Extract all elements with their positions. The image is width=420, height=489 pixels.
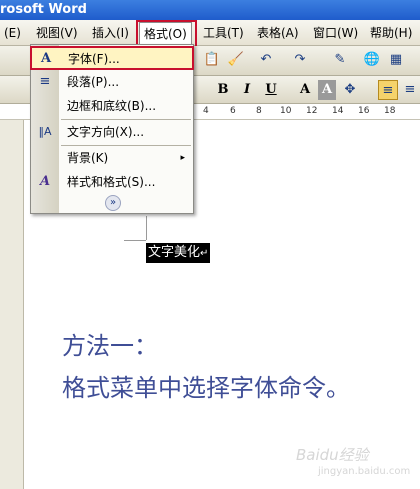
- menu-item-background-label: 背景(K): [67, 151, 109, 165]
- watermark-logo: Baidu经验: [296, 446, 369, 464]
- text-effect-icon[interactable]: ✥: [340, 80, 360, 100]
- ruler-number: 8: [256, 106, 262, 116]
- menu-item-paragraph[interactable]: ≡ 段落(P)...: [31, 71, 193, 93]
- format-menu-dropdown: A 字体(F)... ≡ 段落(P)... 边框和底纹(B)... ‖A 文字方…: [30, 44, 194, 214]
- underline-button[interactable]: U: [262, 80, 280, 100]
- font-icon: A: [40, 51, 52, 66]
- ruler-number: 18: [384, 106, 396, 116]
- menu-item-font-label: 字体(F)...: [68, 52, 120, 66]
- menu-item-borders-label: 边框和底纹(B)...: [67, 99, 157, 113]
- menu-insert[interactable]: 插入(I): [88, 23, 133, 43]
- menu-item-text-direction[interactable]: ‖A 文字方向(X)...: [31, 121, 193, 143]
- ruler-number: 10: [280, 106, 292, 116]
- margin-corner-mark: [146, 216, 147, 240]
- bold-button[interactable]: B: [214, 80, 232, 100]
- paragraph-mark-icon: ↵: [200, 248, 209, 259]
- window-title: rosoft Word: [0, 2, 87, 17]
- menu-tools[interactable]: 工具(T): [199, 23, 248, 43]
- char-shading-button[interactable]: A: [318, 80, 336, 100]
- ruler-number: 12: [306, 106, 318, 116]
- menu-item-background[interactable]: 背景(K) ▸: [31, 147, 193, 169]
- align-left-icon[interactable]: ≡: [378, 80, 398, 100]
- undo-icon[interactable]: ↶: [256, 50, 276, 70]
- menu-separator: [61, 119, 191, 120]
- selected-text-content: 文字美化: [148, 245, 201, 260]
- format-painter-icon[interactable]: 🧹: [226, 50, 246, 70]
- paste-icon[interactable]: 📋: [202, 50, 222, 70]
- menu-separator: [61, 145, 191, 146]
- text-direction-icon: ‖A: [38, 125, 52, 138]
- menu-edit[interactable]: (E): [0, 23, 25, 43]
- watermark-url: jingyan.baidu.com: [318, 466, 411, 477]
- instruction-line-2: 格式菜单中选择字体命令。: [62, 374, 350, 402]
- menu-item-font[interactable]: A 字体(F)...: [30, 46, 194, 70]
- vertical-ruler: [0, 120, 24, 489]
- italic-button[interactable]: I: [238, 80, 256, 100]
- ruler-number: 14: [332, 106, 344, 116]
- ruler-number: 4: [203, 106, 209, 116]
- menu-bar: (E) 视图(V) 插入(I) 格式(O) 工具(T) 表格(A) 窗口(W) …: [0, 20, 420, 50]
- menu-format[interactable]: 格式(O): [136, 20, 197, 50]
- ruler-number: 6: [230, 106, 236, 116]
- menu-item-paragraph-label: 段落(P)...: [67, 75, 120, 89]
- paragraph-icon: ≡: [39, 74, 51, 89]
- menu-table[interactable]: 表格(A): [253, 23, 303, 43]
- menu-window[interactable]: 窗口(W): [309, 23, 362, 43]
- table-icon[interactable]: ▦: [386, 50, 406, 70]
- menu-view[interactable]: 视图(V): [32, 23, 82, 43]
- instruction-line-1: 方法一：: [62, 332, 158, 360]
- menu-item-text-direction-label: 文字方向(X)...: [67, 125, 145, 139]
- expand-menu-icon[interactable]: »: [105, 195, 121, 211]
- align-center-icon[interactable]: ≡: [400, 80, 420, 100]
- menu-item-styles[interactable]: A 样式和格式(S)...: [31, 171, 193, 193]
- margin-corner-mark: [124, 240, 146, 241]
- selected-text[interactable]: 文字美化↵: [146, 243, 211, 263]
- menu-item-styles-label: 样式和格式(S)...: [67, 175, 156, 189]
- menu-help[interactable]: 帮助(H): [366, 23, 416, 43]
- redo-icon[interactable]: ↷: [290, 50, 310, 70]
- ruler-number: 16: [358, 106, 370, 116]
- submenu-arrow-icon: ▸: [180, 153, 185, 163]
- styles-icon: A: [39, 174, 51, 189]
- window-title-bar: rosoft Word: [0, 0, 420, 20]
- char-border-button[interactable]: A: [296, 80, 314, 100]
- drawing-pen-icon[interactable]: ✎: [330, 50, 350, 70]
- menu-item-borders[interactable]: 边框和底纹(B)...: [31, 95, 193, 117]
- hyperlink-icon[interactable]: 🌐: [362, 50, 382, 70]
